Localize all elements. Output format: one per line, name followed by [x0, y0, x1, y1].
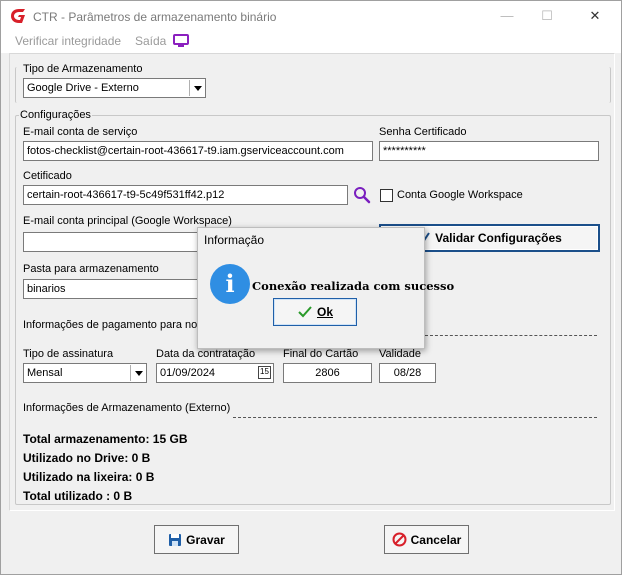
save-label: Gravar	[186, 532, 225, 547]
storage-type-label: Tipo de Armazenamento	[23, 63, 143, 75]
dialog-title-bar[interactable]: Informação	[198, 228, 424, 252]
info-icon: i	[210, 264, 250, 304]
used-drive-text: Utilizado no Drive: 0 B	[23, 451, 151, 465]
certificate-label: Cetificado	[23, 170, 72, 182]
certificate-input[interactable]: certain-root-436617-t9-5c49f531ff42.p12	[23, 185, 348, 205]
menu-verificar-integridade[interactable]: Verificar integridade	[15, 34, 121, 48]
app-logo-icon	[11, 9, 25, 23]
calendar-icon[interactable]: 15	[258, 366, 271, 379]
window-title: CTR - Parâmetros de armazenamento binári…	[33, 10, 277, 24]
cert-password-label: Senha Certificado	[379, 126, 467, 138]
floppy-disk-icon	[169, 533, 182, 546]
subscription-value: Mensal	[27, 367, 63, 379]
storage-info-divider	[233, 417, 597, 418]
cancel-button[interactable]: Cancelar	[384, 525, 469, 554]
search-icon[interactable]	[353, 186, 371, 204]
main-email-label: E-mail conta principal (Google Workspace…	[23, 215, 232, 227]
save-button[interactable]: Gravar	[154, 525, 239, 554]
dialog-message: Conexão realizada com sucesso	[252, 279, 455, 293]
storage-info-label: Informações de Armazenamento (Externo)	[23, 402, 231, 414]
service-email-label: E-mail conta de serviço	[23, 126, 138, 138]
card-end-input[interactable]: 2806	[283, 363, 372, 383]
used-trash-text: Utilizado na lixeira: 0 B	[23, 470, 155, 484]
cert-password-input[interactable]: **********	[379, 141, 599, 161]
workspace-checkbox[interactable]	[380, 189, 393, 202]
check-icon	[298, 306, 312, 318]
card-end-label: Final do Cartão	[283, 348, 359, 360]
title-bar[interactable]: CTR - Parâmetros de armazenamento binári…	[1, 1, 621, 31]
chevron-down-icon	[130, 365, 145, 381]
subscription-select[interactable]: Mensal	[23, 363, 147, 383]
storage-type-value: Google Drive - Externo	[27, 82, 139, 94]
cancel-label: Cancelar	[410, 532, 462, 547]
contract-date-value: 01/09/2024	[160, 367, 216, 379]
maximize-button[interactable]: ☐	[527, 5, 567, 27]
contract-date-input[interactable]: 01/09/2024 15	[156, 363, 274, 383]
config-group-title: Configurações	[19, 109, 92, 121]
storage-type-select[interactable]: Google Drive - Externo	[23, 78, 206, 98]
chevron-down-icon	[189, 80, 204, 96]
menu-bar: Verificar integridade Saída	[1, 31, 621, 53]
contract-date-label: Data da contratação	[156, 348, 256, 360]
menu-saida[interactable]: Saída	[135, 34, 166, 48]
service-email-input[interactable]: fotos-checklist@certain-root-436617-t9.i…	[23, 141, 373, 161]
payment-divider	[425, 335, 597, 336]
subscription-label: Tipo de assinatura	[23, 348, 114, 360]
folder-input[interactable]: binarios	[23, 279, 203, 299]
ok-button[interactable]: Ok	[273, 298, 357, 326]
validate-config-label: Validar Configurações	[435, 231, 562, 245]
ok-label: Ok	[316, 305, 333, 319]
info-dialog: Informação i Conexão realizada com suces…	[197, 227, 454, 349]
validity-label: Validade	[379, 348, 421, 360]
minimize-button[interactable]: —	[487, 5, 527, 27]
cancel-icon	[392, 532, 407, 547]
dialog-title: Informação	[204, 233, 265, 247]
validity-input[interactable]: 08/28	[379, 363, 436, 383]
total-storage-text: Total armazenamento: 15 GB	[23, 432, 188, 446]
monitor-icon[interactable]	[173, 34, 189, 48]
workspace-checkbox-label: Conta Google Workspace	[397, 189, 523, 201]
folder-label: Pasta para armazenamento	[23, 263, 159, 275]
total-used-text: Total utilizado : 0 B	[23, 489, 133, 503]
main-email-input[interactable]	[23, 232, 203, 252]
app-window: CTR - Parâmetros de armazenamento binári…	[0, 0, 622, 575]
payment-section-label: Informações de pagamento para not	[23, 319, 201, 331]
close-button[interactable]: ✕	[575, 5, 615, 27]
